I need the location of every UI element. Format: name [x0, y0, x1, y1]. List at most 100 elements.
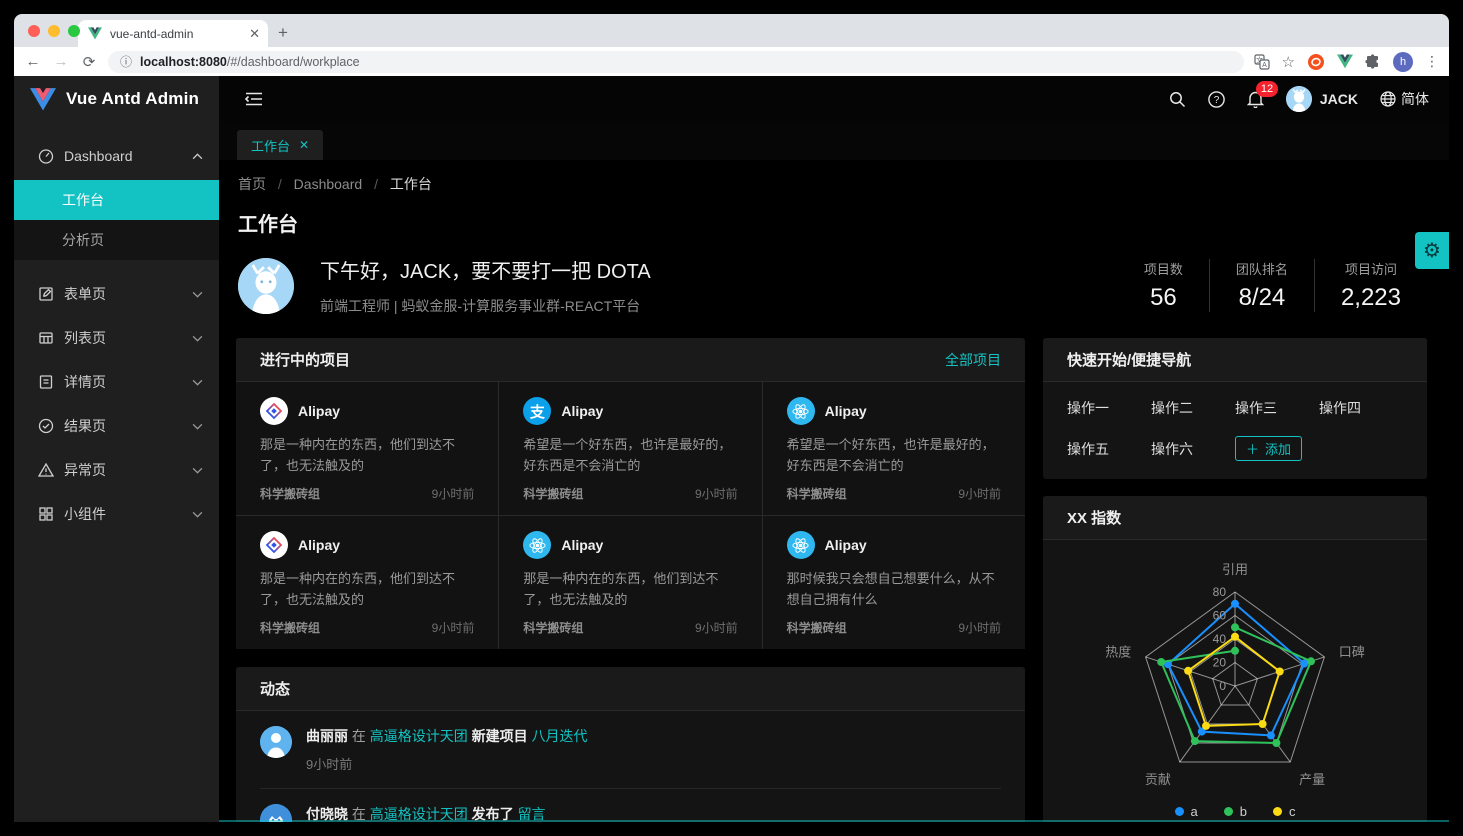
activity-group-link[interactable]: 高逼格设计天团 — [370, 728, 468, 744]
extensions-puzzle-icon[interactable] — [1365, 54, 1381, 70]
stat-project-visits: 项目访问 2,223 — [1314, 259, 1427, 312]
table-icon — [38, 330, 54, 346]
project-card[interactable]: Alipay 希望是一个好东西，也许是最好的，好东西是不会消亡的 科学搬砖组 9… — [763, 382, 1025, 515]
quick-link[interactable]: 操作六 — [1151, 439, 1235, 459]
minimize-window-button[interactable] — [48, 25, 60, 37]
notification-bell-icon[interactable]: 12 — [1247, 90, 1264, 108]
zoom-window-button[interactable] — [68, 25, 80, 37]
address-bar[interactable]: ⓘ localhost:8080/#/dashboard/workplace — [108, 51, 1244, 73]
legend-item-c[interactable]: c — [1273, 804, 1296, 819]
quick-nav-title: 快速开始/便捷导航 — [1067, 349, 1191, 370]
sidebar-item-analysis[interactable]: 分析页 — [14, 220, 219, 260]
profile-icon — [38, 374, 54, 390]
activity-avatar — [260, 726, 292, 758]
project-card[interactable]: Alipay 那是一种内在的东西，他们到达不了，也无法触及的 科学搬砖组 9小时… — [236, 382, 498, 515]
project-name[interactable]: Alipay — [825, 403, 867, 419]
project-name[interactable]: Alipay — [561, 537, 603, 553]
svg-text:0: 0 — [1219, 679, 1226, 693]
bookmark-star-icon[interactable]: ☆ — [1282, 53, 1295, 71]
browser-tab[interactable]: vue-antd-admin ✕ — [78, 20, 268, 47]
sidebar-item-form[interactable]: 表单页 — [14, 274, 219, 314]
svg-text:口碑: 口碑 — [1339, 644, 1365, 659]
quick-link[interactable]: 操作五 — [1067, 439, 1151, 459]
extension-icon-vue[interactable] — [1337, 54, 1353, 69]
index-chart-card: XX 指数 020406080引用口碑产量贡献热度 a b c — [1043, 496, 1427, 822]
sidebar-item-detail[interactable]: 详情页 — [14, 362, 219, 402]
tab-close-icon[interactable]: ✕ — [299, 138, 309, 152]
menu-fold-icon[interactable] — [245, 91, 263, 107]
quick-link[interactable]: 操作三 — [1235, 398, 1319, 418]
project-card[interactable]: Alipay 那是一种内在的东西，他们到达不了，也无法触及的 科学搬砖组 9小时… — [236, 516, 498, 649]
chevron-down-icon — [192, 379, 203, 386]
brand-title: Vue Antd Admin — [66, 89, 199, 109]
project-group-link[interactable]: 科学搬砖组 — [260, 619, 320, 636]
project-group-link[interactable]: 科学搬砖组 — [523, 485, 583, 502]
language-switcher[interactable]: 简体 — [1380, 89, 1429, 109]
sidebar-item-widgets[interactable]: 小组件 — [14, 494, 219, 534]
app-logo[interactable]: Vue Antd Admin — [14, 76, 219, 122]
forward-button[interactable]: → — [52, 53, 70, 70]
browser-menu-icon[interactable]: ⋮ — [1425, 53, 1439, 70]
project-name[interactable]: Alipay — [561, 403, 603, 419]
help-icon[interactable]: ? — [1208, 91, 1225, 108]
svg-text:贡献: 贡献 — [1145, 772, 1171, 787]
search-icon[interactable] — [1169, 91, 1186, 108]
reload-button[interactable]: ⟳ — [80, 53, 98, 71]
sidebar-item-dashboard[interactable]: Dashboard — [14, 136, 219, 176]
project-card[interactable]: Alipay 那时候我只会想自己想要什么，从不想自己拥有什么 科学搬砖组 9小时… — [763, 516, 1025, 649]
close-window-button[interactable] — [28, 25, 40, 37]
project-card[interactable]: 支 Alipay 希望是一个好东西，也许是最好的，好东西是不会消亡的 科学搬砖组… — [499, 382, 761, 515]
svg-text:60: 60 — [1213, 609, 1227, 623]
quick-link[interactable]: 操作二 — [1151, 398, 1235, 418]
greeting-avatar — [238, 258, 294, 314]
activity-target-link[interactable]: 八月迭代 — [532, 728, 588, 744]
all-projects-link[interactable]: 全部项目 — [945, 350, 1001, 370]
user-menu[interactable]: JACK — [1286, 86, 1358, 112]
sidebar-item-workplace[interactable]: 工作台 — [14, 180, 219, 220]
project-name[interactable]: Alipay — [298, 537, 340, 553]
sidebar-item-exception[interactable]: 异常页 — [14, 450, 219, 490]
project-description: 那是一种内在的东西，他们到达不了，也无法触及的 — [523, 568, 737, 611]
stat-team-rank: 团队排名 8/24 — [1209, 259, 1314, 312]
project-updated-time: 9小时前 — [958, 619, 1001, 636]
project-updated-time: 9小时前 — [958, 485, 1001, 502]
chevron-down-icon — [192, 467, 203, 474]
project-card[interactable]: Alipay 那是一种内在的东西，他们到达不了，也无法触及的 科学搬砖组 9小时… — [499, 516, 761, 649]
sidebar-item-list[interactable]: 列表页 — [14, 318, 219, 358]
back-button[interactable]: ← — [24, 53, 42, 70]
quick-link[interactable]: 操作四 — [1319, 398, 1403, 418]
sidebar-item-result[interactable]: 结果页 — [14, 406, 219, 446]
site-info-icon[interactable]: ⓘ — [120, 53, 132, 70]
svg-text:引用: 引用 — [1222, 562, 1248, 577]
page-tab-workplace[interactable]: 工作台 ✕ — [237, 130, 323, 160]
url-text[interactable]: localhost:8080/#/dashboard/workplace — [140, 55, 360, 69]
main-content: 工作台 ✕ 首页 / Dashboard / 工作台 工作台 — [219, 122, 1449, 822]
add-button[interactable]: ＋ 添加 — [1235, 436, 1302, 461]
project-name[interactable]: Alipay — [825, 537, 867, 553]
project-name[interactable]: Alipay — [298, 403, 340, 419]
breadcrumb-home[interactable]: 首页 — [238, 176, 266, 192]
activity-user[interactable]: 曲丽丽 — [306, 728, 348, 744]
theme-settings-button[interactable]: ⚙ — [1415, 232, 1449, 269]
plus-icon: ＋ — [1246, 439, 1259, 458]
breadcrumb-dashboard[interactable]: Dashboard — [294, 176, 363, 192]
legend-item-a[interactable]: a — [1175, 804, 1198, 819]
project-group-link[interactable]: 科学搬砖组 — [523, 619, 583, 636]
project-group-link[interactable]: 科学搬砖组 — [260, 485, 320, 502]
greeting-title: 下午好，JACK，要不要打一把 DOTA — [320, 255, 651, 284]
project-group-link[interactable]: 科学搬砖组 — [787, 619, 847, 636]
check-circle-icon — [38, 418, 54, 434]
legend-item-b[interactable]: b — [1224, 804, 1247, 819]
activity-time: 9小时前 — [306, 754, 588, 773]
translate-icon[interactable]: 文A — [1254, 54, 1270, 70]
tab-close-icon[interactable]: ✕ — [249, 26, 260, 42]
browser-profile-avatar[interactable]: h — [1393, 52, 1413, 72]
user-avatar — [1286, 86, 1312, 112]
extension-icon-orange[interactable] — [1307, 53, 1325, 71]
new-tab-button[interactable]: + — [278, 24, 288, 41]
quick-link[interactable]: 操作一 — [1067, 398, 1151, 418]
project-description: 那是一种内在的东西，他们到达不了，也无法触及的 — [260, 568, 474, 611]
language-label: 简体 — [1401, 89, 1429, 109]
project-group-link[interactable]: 科学搬砖组 — [787, 485, 847, 502]
username: JACK — [1320, 91, 1358, 107]
